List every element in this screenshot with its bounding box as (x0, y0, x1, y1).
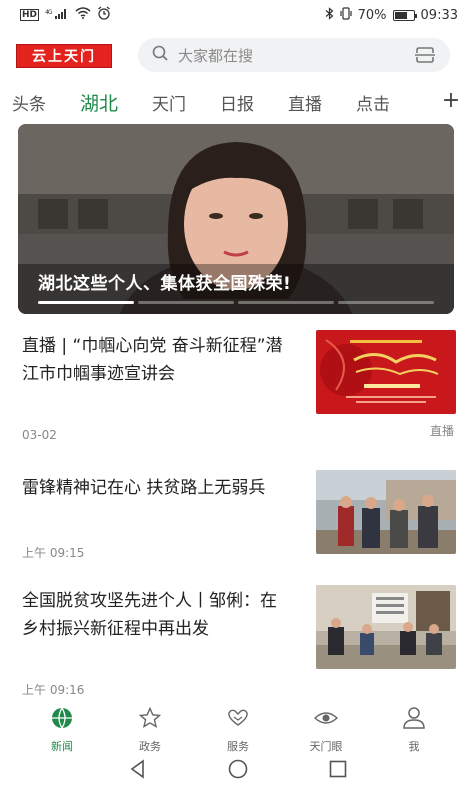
news-time: 03-02 (22, 428, 57, 442)
recents-icon[interactable] (327, 758, 349, 784)
nav-government[interactable]: 政务 (120, 706, 180, 754)
news-tag: 直播 (429, 424, 454, 438)
tab-clicks[interactable]: 点击 (356, 90, 390, 115)
village-people-image (316, 470, 456, 554)
banner-slide-indicator (38, 301, 434, 304)
featured-banner[interactable]: 湖北这些个人、集体获全国殊荣! (18, 124, 454, 314)
alarm-icon (97, 6, 111, 24)
app-logo[interactable]: 云上天门 (16, 44, 112, 68)
status-bar: HD 4G 70% 09:33 (0, 0, 476, 30)
eye-icon (313, 706, 339, 734)
search-icon (152, 45, 168, 65)
news-title: 直播 | “巾帼心向党 奋斗新征程”潜江市巾帼事迹宣讲会 (22, 336, 283, 384)
nav-label: 政务 (139, 740, 161, 753)
bottom-navigation: 新闻 政务 服务 天门眼 我 (0, 700, 476, 754)
news-item[interactable]: 全国脱贫攻坚先进个人丨邹俐：在乡村振兴新征程中再出发 上午 09:16 (0, 585, 476, 697)
tab-daily[interactable]: 日报 (220, 90, 254, 115)
clock: 09:33 (420, 7, 458, 23)
bluetooth-icon (325, 6, 334, 24)
vibrate-icon (340, 6, 352, 24)
svg-text:4G: 4G (45, 9, 53, 16)
battery-percent: 70% (357, 7, 387, 23)
add-channel-icon[interactable]: + (440, 88, 462, 114)
home-icon[interactable] (227, 758, 249, 784)
banner-slide-dot (138, 301, 234, 304)
nav-label: 新闻 (51, 740, 73, 753)
heart-hands-icon (225, 706, 251, 734)
nav-me[interactable]: 我 (384, 706, 444, 754)
news-time: 上午 09:15 (22, 546, 85, 560)
event-poster-image (316, 330, 456, 414)
banner-slide-dot (338, 301, 434, 304)
wifi-icon (75, 7, 91, 23)
star-icon (138, 706, 162, 734)
news-time: 上午 09:16 (22, 683, 85, 697)
courtyard-meeting-image (316, 585, 456, 669)
news-title: 雷锋精神记在心 扶贫路上无弱兵 (22, 478, 266, 498)
nav-label: 服务 (227, 740, 249, 753)
back-icon[interactable] (127, 758, 149, 784)
nav-label: 我 (408, 740, 420, 753)
news-title: 全国脱贫攻坚先进个人丨邹俐：在乡村振兴新征程中再出发 (22, 591, 277, 639)
tab-hubei[interactable]: 湖北 (80, 89, 118, 116)
nav-tianmen-eye[interactable]: 天门眼 (296, 706, 356, 754)
news-item[interactable]: 直播 | “巾帼心向党 奋斗新征程”潜江市巾帼事迹宣讲会 03-02 直播 (0, 330, 476, 442)
tabs-fade (400, 86, 440, 118)
globe-icon (50, 706, 74, 734)
nav-services[interactable]: 服务 (208, 706, 268, 754)
app-header: 云上天门 大家都在搜 (0, 36, 476, 74)
channel-tabs: 头条 湖北 天门 日报 直播 点击 + (0, 86, 476, 118)
user-icon (402, 706, 426, 734)
scan-icon[interactable] (414, 46, 436, 64)
news-item[interactable]: 雷锋精神记在心 扶贫路上无弱兵 上午 09:15 (0, 470, 476, 560)
search-placeholder: 大家都在搜 (178, 46, 254, 65)
banner-slide-dot (238, 301, 334, 304)
battery-icon (392, 9, 417, 21)
battery-level (394, 11, 408, 19)
search-bar[interactable]: 大家都在搜 (138, 38, 450, 72)
nav-news[interactable]: 新闻 (32, 706, 92, 754)
banner-title: 湖北这些个人、集体获全国殊荣! (38, 274, 292, 294)
banner-slide-dot (38, 301, 134, 304)
cellular-signal-icon: 4G (45, 8, 69, 23)
system-navigation-bar (0, 756, 476, 786)
tab-headlines[interactable]: 头条 (12, 90, 46, 115)
tab-live[interactable]: 直播 (288, 90, 322, 115)
tab-tianmen[interactable]: 天门 (152, 90, 186, 115)
hd-indicator: HD (20, 9, 40, 21)
nav-label: 天门眼 (309, 740, 343, 753)
